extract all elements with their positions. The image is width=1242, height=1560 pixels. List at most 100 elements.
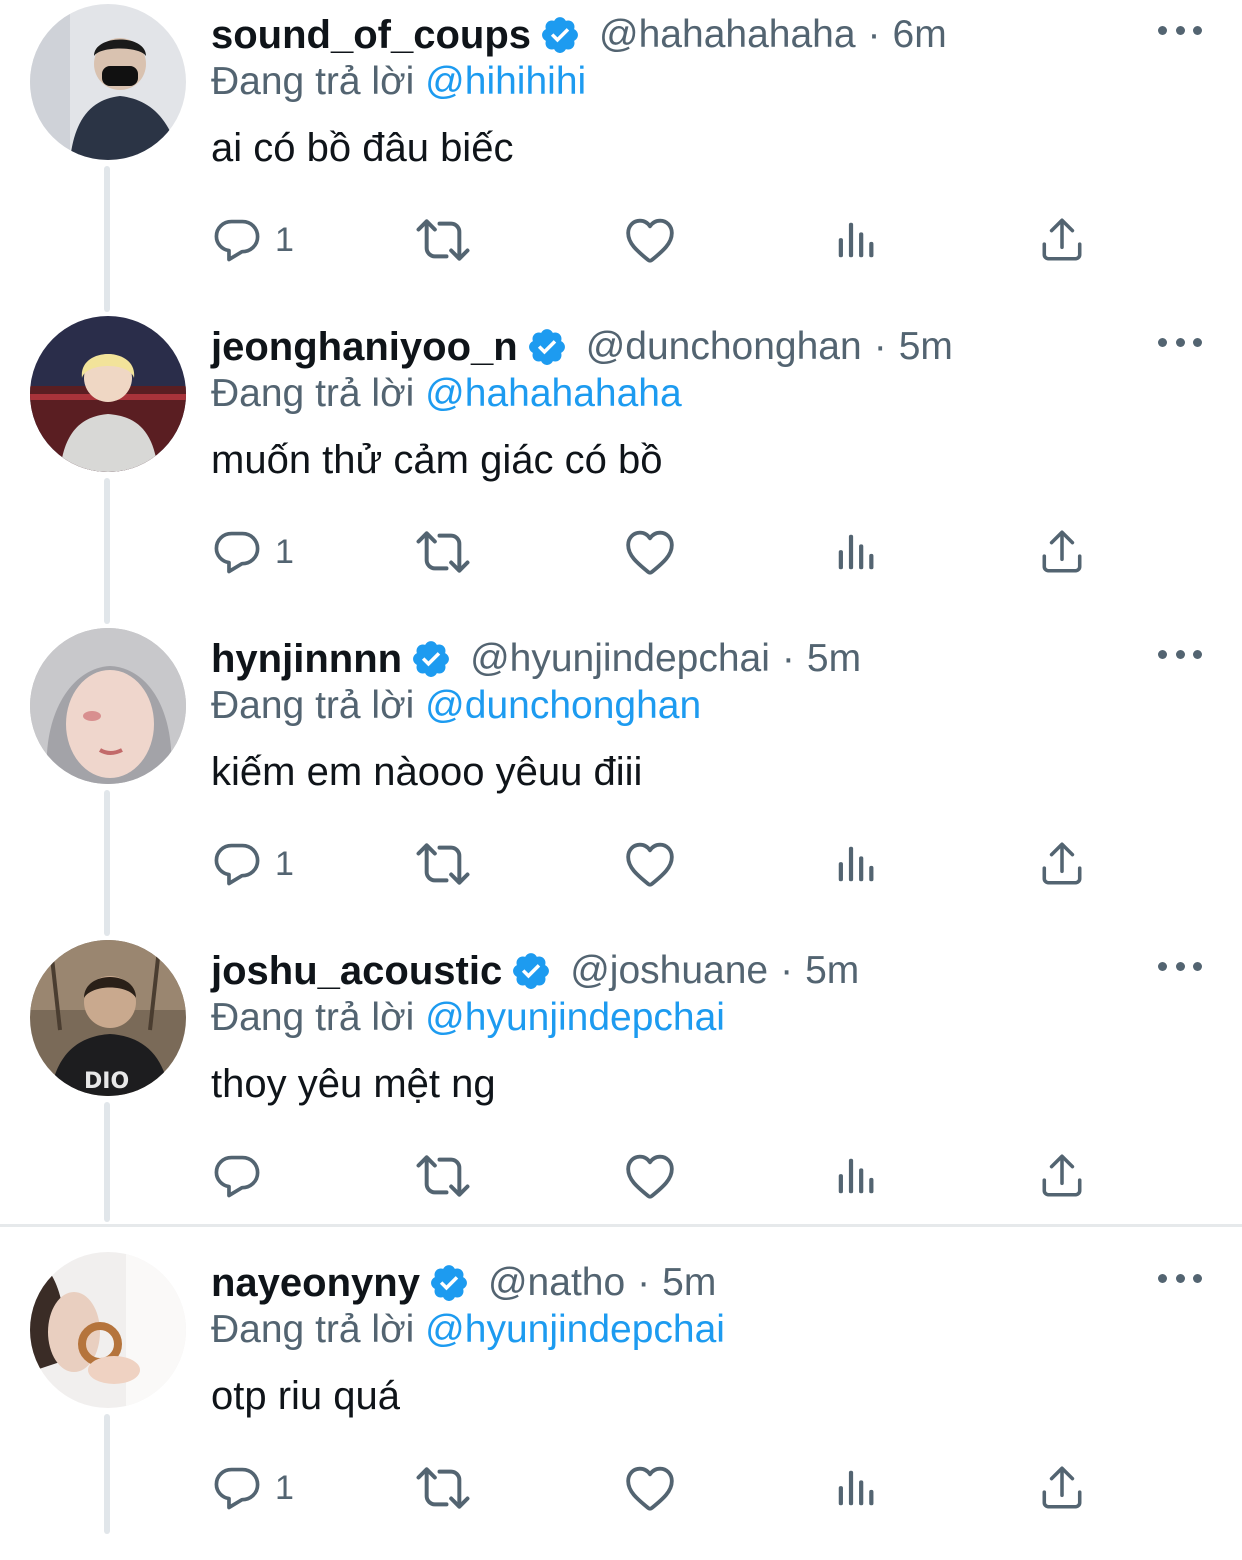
separator-dot: ·	[781, 637, 795, 680]
display-name[interactable]: hynjinnnn	[211, 637, 402, 682]
reply-mention-link[interactable]: @hahahahaha	[425, 372, 682, 415]
tweet[interactable]: hynjinnnn @hyunjindepchai · 5m Đang trả …	[0, 624, 1242, 936]
replying-prefix: Đang trả lời	[211, 1308, 415, 1351]
user-handle[interactable]: @dunchonghan	[586, 325, 862, 369]
share-button[interactable]	[1037, 1146, 1087, 1206]
views-icon	[833, 1153, 879, 1199]
timestamp[interactable]: 6m	[893, 13, 947, 57]
replying-prefix: Đang trả lời	[211, 996, 415, 1039]
like-icon	[623, 213, 677, 267]
timestamp[interactable]: 5m	[807, 637, 861, 681]
reply-mention-link[interactable]: @hyunjindepchai	[425, 1308, 725, 1351]
thread-divider	[0, 1224, 1242, 1227]
reply-button[interactable]: 1	[211, 834, 294, 894]
tweet[interactable]: jeonghaniyoo_n @dunchonghan · 5m Đang tr…	[0, 312, 1242, 624]
verified-badge-icon	[410, 638, 452, 680]
share-icon	[1037, 1463, 1087, 1513]
reply-mention-link[interactable]: @dunchonghan	[425, 684, 701, 727]
avatar[interactable]	[30, 4, 186, 160]
tweet-text: ai có bồ đâu biếc	[211, 126, 514, 170]
replying-to: Đang trả lời @dunchonghan	[211, 684, 701, 728]
avatar[interactable]	[30, 628, 186, 784]
reply-count: 1	[275, 532, 294, 571]
reply-button[interactable]: 1	[211, 210, 294, 270]
tweet-text: otp riu quá	[211, 1374, 401, 1418]
display-name[interactable]: sound_of_coups	[211, 13, 531, 58]
like-icon	[623, 525, 677, 579]
verified-badge-icon	[428, 1262, 470, 1304]
retweet-icon	[415, 1460, 471, 1516]
reply-icon	[211, 1462, 263, 1514]
verified-badge-icon	[539, 14, 581, 56]
user-handle[interactable]: @joshuane	[570, 949, 768, 993]
views-icon	[833, 841, 879, 887]
tweet[interactable]: DIO joshu_acoustic @joshuane · 5m Đang t…	[0, 936, 1242, 1248]
views-button[interactable]	[833, 522, 879, 582]
retweet-button[interactable]	[415, 1458, 471, 1518]
reply-button[interactable]	[211, 1146, 275, 1206]
like-icon	[623, 837, 677, 891]
display-name[interactable]: joshu_acoustic	[211, 949, 502, 994]
views-button[interactable]	[833, 210, 879, 270]
separator-dot: ·	[780, 949, 794, 992]
reply-button[interactable]: 1	[211, 1458, 294, 1518]
more-options-icon[interactable]	[1158, 642, 1202, 666]
reply-icon	[211, 1150, 263, 1202]
timestamp[interactable]: 5m	[662, 1261, 716, 1305]
reply-button[interactable]: 1	[211, 522, 294, 582]
retweet-button[interactable]	[415, 210, 471, 270]
views-button[interactable]	[833, 1458, 879, 1518]
views-button[interactable]	[833, 834, 879, 894]
reply-mention-link[interactable]: @hihihihi	[425, 60, 586, 103]
reply-mention-link[interactable]: @hyunjindepchai	[425, 996, 725, 1039]
share-icon	[1037, 839, 1087, 889]
retweet-button[interactable]	[415, 1146, 471, 1206]
more-options-icon[interactable]	[1158, 330, 1202, 354]
user-handle[interactable]: @hahahahaha	[599, 13, 856, 57]
tweet-text: thoy yêu mệt ng	[211, 1062, 496, 1106]
retweet-button[interactable]	[415, 834, 471, 894]
share-button[interactable]	[1037, 522, 1087, 582]
timestamp[interactable]: 5m	[899, 325, 953, 369]
separator-dot: ·	[867, 13, 881, 56]
replying-prefix: Đang trả lời	[211, 60, 415, 103]
reply-icon	[211, 214, 263, 266]
like-button[interactable]	[623, 1458, 677, 1518]
display-name[interactable]: nayeonyny	[211, 1261, 420, 1306]
avatar[interactable]	[30, 1252, 186, 1408]
tweet[interactable]: nayeonyny @natho · 5m Đang trả lời @hyun…	[0, 1248, 1242, 1560]
replying-prefix: Đang trả lời	[211, 372, 415, 415]
retweet-icon	[415, 836, 471, 892]
separator-dot: ·	[637, 1261, 651, 1304]
tweet-text: muốn thử cảm giác có bồ	[211, 438, 663, 482]
separator-dot: ·	[873, 325, 887, 368]
share-button[interactable]	[1037, 210, 1087, 270]
more-options-icon[interactable]	[1158, 18, 1202, 42]
like-button[interactable]	[623, 834, 677, 894]
display-name[interactable]: jeonghaniyoo_n	[211, 325, 518, 370]
avatar[interactable]	[30, 316, 186, 472]
timestamp[interactable]: 5m	[805, 949, 859, 993]
more-options-icon[interactable]	[1158, 954, 1202, 978]
retweet-icon	[415, 1148, 471, 1204]
like-button[interactable]	[623, 522, 677, 582]
views-button[interactable]	[833, 1146, 879, 1206]
user-handle[interactable]: @hyunjindepchai	[470, 637, 770, 681]
replying-to: Đang trả lời @hahahahaha	[211, 372, 682, 416]
more-options-icon[interactable]	[1158, 1266, 1202, 1290]
retweet-button[interactable]	[415, 522, 471, 582]
share-button[interactable]	[1037, 1458, 1087, 1518]
like-icon	[623, 1149, 677, 1203]
share-icon	[1037, 1151, 1087, 1201]
views-icon	[833, 1465, 879, 1511]
tweet[interactable]: sound_of_coups @hahahahaha · 6m Đang trả…	[0, 0, 1242, 312]
like-button[interactable]	[623, 210, 677, 270]
avatar[interactable]: DIO	[30, 940, 186, 1096]
views-icon	[833, 217, 879, 263]
user-handle[interactable]: @natho	[488, 1261, 625, 1305]
reply-count: 1	[275, 844, 294, 883]
share-button[interactable]	[1037, 834, 1087, 894]
like-icon	[623, 1461, 677, 1515]
verified-badge-icon	[510, 950, 552, 992]
like-button[interactable]	[623, 1146, 677, 1206]
